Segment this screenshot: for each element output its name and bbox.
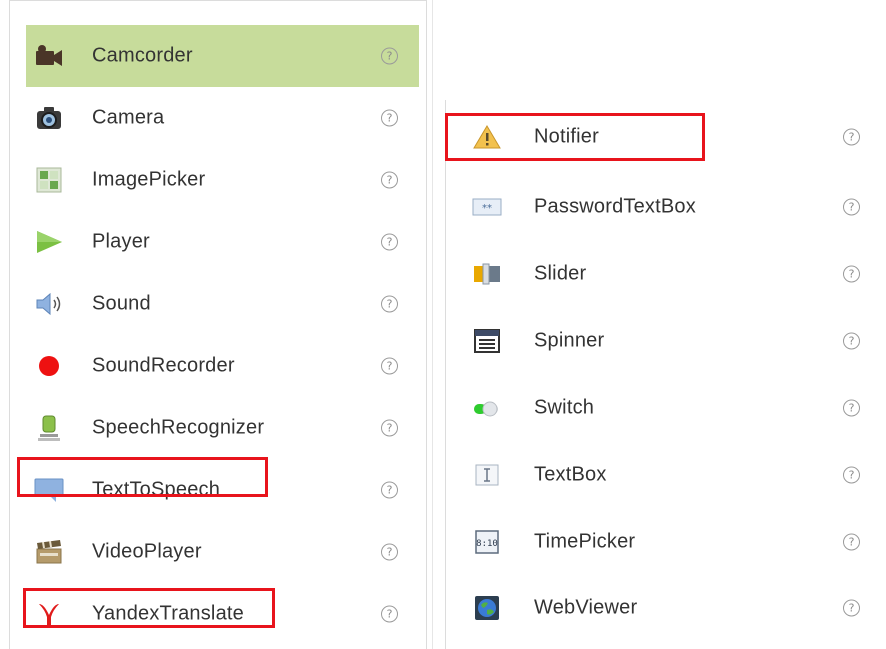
component-label: SoundRecorder [92, 354, 235, 377]
record-dot-icon [34, 351, 64, 381]
component-label: Camera [92, 106, 165, 129]
media-components-panel: Camcorder ? Camera ? ImagePicker ? Playe… [9, 0, 427, 649]
component-label: Notifier [534, 125, 599, 148]
help-icon[interactable]: ? [381, 109, 398, 127]
component-item-spinner[interactable]: Spinner ? [446, 310, 886, 372]
component-item-webviewer[interactable]: WebViewer ? [446, 577, 886, 639]
toggle-switch-icon [472, 393, 502, 423]
clapperboard-icon [34, 537, 64, 567]
component-item-slider[interactable]: Slider ? [446, 243, 886, 305]
panel-divider [432, 0, 433, 649]
svg-text:8:10: 8:10 [476, 539, 498, 549]
help-icon[interactable]: ? [843, 533, 860, 551]
component-item-imagepicker[interactable]: ImagePicker ? [26, 149, 419, 211]
camera-icon [34, 103, 64, 133]
component-label: WebViewer [534, 596, 638, 619]
component-label: Spinner [534, 329, 605, 352]
help-icon[interactable]: ? [381, 171, 398, 189]
microphone-icon [34, 413, 64, 443]
svg-text:**: ** [482, 203, 492, 214]
help-icon[interactable]: ? [381, 357, 398, 375]
component-item-passwordtextbox[interactable]: ** PasswordTextBox ? [446, 176, 886, 238]
password-field-icon: ** [472, 192, 502, 222]
component-label: Switch [534, 396, 595, 419]
component-item-textbox[interactable]: TextBox ? [446, 444, 886, 506]
component-label: PasswordTextBox [534, 195, 696, 218]
spinner-list-icon [472, 326, 502, 356]
component-label: SpeechRecognizer [92, 416, 265, 439]
help-icon[interactable]: ? [843, 198, 860, 216]
image-picker-icon [34, 165, 64, 195]
component-palette: Camcorder ? Camera ? ImagePicker ? Playe… [0, 0, 886, 649]
help-icon[interactable]: ? [381, 233, 398, 251]
component-label: Player [92, 230, 150, 253]
camcorder-icon [34, 41, 64, 71]
warning-icon [472, 122, 502, 152]
text-cursor-icon [472, 460, 502, 490]
component-label: VideoPlayer [92, 540, 202, 563]
help-icon[interactable]: ? [381, 47, 398, 65]
component-label: Sound [92, 292, 151, 315]
speech-bubble-icon [34, 475, 64, 505]
component-item-soundrecorder[interactable]: SoundRecorder ? [26, 335, 419, 397]
component-item-camcorder[interactable]: Camcorder ? [26, 25, 419, 87]
help-icon[interactable]: ? [381, 419, 398, 437]
help-icon[interactable]: ? [381, 605, 398, 623]
help-icon[interactable]: ? [843, 265, 860, 283]
help-icon[interactable]: ? [843, 466, 860, 484]
help-icon[interactable]: ? [381, 543, 398, 561]
component-item-switch[interactable]: Switch ? [446, 377, 886, 439]
component-item-texttospeech[interactable]: TextToSpeech ? [26, 459, 419, 521]
component-item-player[interactable]: Player ? [26, 211, 419, 273]
component-item-videoplayer[interactable]: VideoPlayer ? [26, 521, 419, 583]
component-label: Camcorder [92, 44, 193, 67]
component-item-notifier[interactable]: Notifier ? [446, 106, 886, 168]
play-icon [34, 227, 64, 257]
component-item-speechrecognizer[interactable]: SpeechRecognizer ? [26, 397, 419, 459]
help-icon[interactable]: ? [381, 481, 398, 499]
component-item-sound[interactable]: Sound ? [26, 273, 419, 335]
slider-icon [472, 259, 502, 289]
speaker-icon [34, 289, 64, 319]
component-label: YandexTranslate [92, 602, 244, 625]
help-icon[interactable]: ? [843, 399, 860, 417]
globe-icon [472, 593, 502, 623]
component-item-yandextranslate[interactable]: YandexTranslate ? [26, 583, 419, 645]
component-label: TextToSpeech [92, 478, 221, 501]
help-icon[interactable]: ? [843, 128, 860, 146]
component-item-timepicker[interactable]: 8:10 TimePicker ? [446, 511, 886, 573]
user-interface-components-panel: Notifier ? ** PasswordTextBox ? Slider ?… [445, 100, 886, 649]
component-label: TimePicker [534, 530, 636, 553]
component-label: TextBox [534, 463, 607, 486]
yandex-icon [34, 599, 64, 629]
component-label: ImagePicker [92, 168, 206, 191]
help-icon[interactable]: ? [843, 332, 860, 350]
help-icon[interactable]: ? [843, 599, 860, 617]
help-icon[interactable]: ? [381, 295, 398, 313]
component-label: Slider [534, 262, 587, 285]
clock-display-icon: 8:10 [472, 527, 502, 557]
component-item-camera[interactable]: Camera ? [26, 87, 419, 149]
